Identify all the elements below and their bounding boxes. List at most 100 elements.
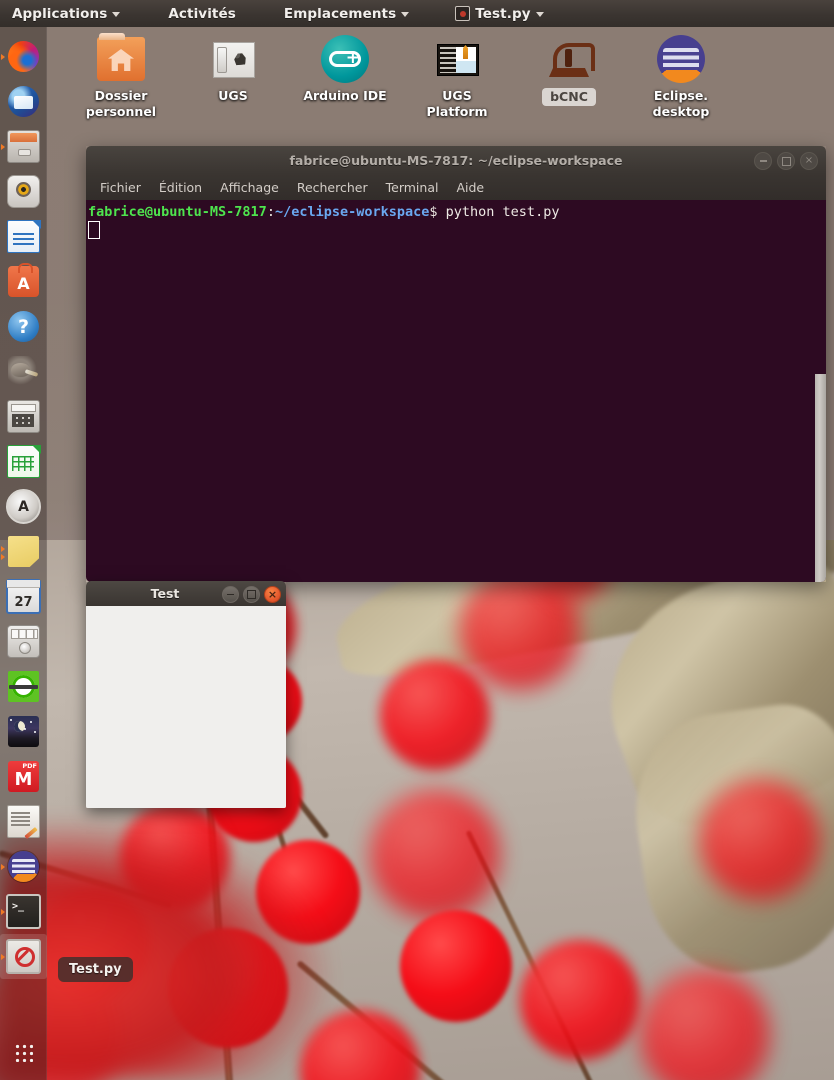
close-button[interactable]: ×	[264, 586, 281, 603]
sidebar-item-text-editor[interactable]	[0, 799, 47, 844]
sidebar-item-libreoffice-writer[interactable]	[0, 214, 47, 259]
menu-item-aide[interactable]: Aide	[448, 177, 492, 198]
menu-applications[interactable]: Applications	[2, 0, 130, 27]
night-photo-icon	[8, 716, 39, 747]
prompt-colon: :	[266, 204, 275, 220]
running-indicator	[1, 545, 5, 552]
desktop-icon-ugs-platform[interactable]: UGS Platform	[401, 35, 513, 120]
menu-item-fichier[interactable]: Fichier	[92, 177, 149, 198]
ugs-icon	[209, 35, 257, 83]
help-icon	[8, 311, 39, 342]
terminal-icon	[6, 894, 41, 929]
wallpaper-lower-left-glow	[0, 820, 330, 1080]
sidebar-item-calendar[interactable]	[0, 574, 47, 619]
rhythmbox-icon	[7, 175, 40, 208]
sidebar-item-help[interactable]	[0, 304, 47, 349]
desktop-icon-eclipse-desktop[interactable]: Eclipse. desktop	[625, 35, 737, 120]
pdf-reader-icon	[8, 761, 39, 792]
ugs-platform-icon	[433, 35, 481, 83]
chevron-down-icon	[112, 12, 121, 17]
menu-emplacements-label: Emplacements	[283, 5, 397, 22]
menu-emplacements[interactable]: Emplacements	[274, 0, 419, 27]
desktop-icon-arduino-ide[interactable]: Arduino IDE	[289, 35, 401, 104]
calendar-icon	[6, 579, 41, 614]
terminal-scrollbar[interactable]	[815, 374, 826, 582]
sidebar-item-night-photo[interactable]	[0, 709, 47, 754]
desktop-icon-dossier-personnel[interactable]: Dossier personnel	[65, 33, 177, 120]
desktop-icon-area: Dossier personnel UGS Arduino IDE UGS Pl…	[47, 27, 834, 147]
label-line-1: Dossier	[94, 88, 148, 103]
thunderbird-icon	[8, 86, 39, 117]
sidebar-item-gimp[interactable]	[0, 349, 47, 394]
libreoffice-writer-icon	[7, 219, 41, 253]
sidebar-item-device-manager[interactable]	[0, 619, 47, 664]
device-manager-icon	[7, 625, 40, 658]
menu-applications-label: Applications	[12, 5, 108, 22]
sidebar-item-files[interactable]	[0, 124, 47, 169]
sidebar-item-sticky-notes[interactable]	[0, 529, 47, 574]
eclipse-icon	[8, 851, 39, 882]
software-updater-icon	[6, 489, 41, 524]
terminal-window-controls: ×	[754, 152, 818, 170]
bcnc-icon	[545, 35, 595, 83]
files-icon	[7, 130, 40, 163]
taskbar-window-label[interactable]: Test.py	[58, 957, 133, 982]
desktop-icon-label: Eclipse. desktop	[653, 88, 710, 120]
test-window-titlebar[interactable]: Test ×	[86, 581, 286, 606]
terminal-titlebar[interactable]: fabrice@ubuntu-MS-7817: ~/eclipse-worksp…	[86, 146, 826, 174]
sidebar-item-thunderbird[interactable]	[0, 79, 47, 124]
sidebar-item-rhythmbox[interactable]	[0, 169, 47, 214]
sidebar-item-ubuntu-software[interactable]	[0, 259, 47, 304]
berry	[520, 940, 640, 1060]
python-app-icon	[455, 6, 471, 21]
label-line-2: Platform	[426, 104, 488, 119]
terminal-body[interactable]: fabrice@ubuntu-MS-7817:~/eclipse-workspa…	[86, 200, 826, 582]
ugs-icon	[8, 671, 39, 702]
active-window-label: Test.py	[475, 5, 531, 22]
test-window-title: Test	[150, 586, 180, 601]
maximize-button[interactable]	[243, 586, 260, 603]
app-grid-icon	[14, 1042, 33, 1062]
menu-activites-label: Activités	[168, 5, 236, 22]
terminal-output: fabrice@ubuntu-MS-7817:~/eclipse-workspa…	[86, 200, 826, 221]
sidebar-item-test-py[interactable]	[0, 934, 47, 979]
sidebar-item-libreoffice-calc[interactable]	[0, 439, 47, 484]
gimp-icon	[8, 356, 39, 387]
unity-launcher	[0, 27, 47, 1080]
menu-item-affichage[interactable]: Affichage	[212, 177, 287, 198]
desktop-icon-bcnc[interactable]: bCNC	[513, 35, 625, 106]
sidebar-item-firefox[interactable]	[0, 34, 47, 79]
minimize-button[interactable]	[222, 586, 239, 603]
test-window[interactable]: Test ×	[86, 581, 286, 808]
berry	[700, 780, 820, 900]
show-applications-button[interactable]	[0, 1032, 47, 1072]
running-indicator	[1, 143, 5, 150]
menu-item-edition[interactable]: Édition	[151, 177, 210, 198]
terminal-menubar: Fichier Édition Affichage Rechercher Ter…	[86, 174, 826, 200]
running-indicator	[1, 553, 5, 560]
home-folder-icon	[97, 33, 145, 83]
terminal-cursor	[88, 221, 100, 239]
menu-activites[interactable]: Activités	[158, 0, 246, 27]
desktop-icon-label: UGS	[218, 88, 248, 103]
sidebar-item-pdf-reader[interactable]	[0, 754, 47, 799]
sidebar-item-software-updater[interactable]	[0, 484, 47, 529]
sticky-notes-icon	[8, 536, 39, 567]
close-button[interactable]: ×	[800, 152, 818, 170]
menu-item-terminal[interactable]: Terminal	[378, 177, 447, 198]
terminal-title: fabrice@ubuntu-MS-7817: ~/eclipse-worksp…	[289, 152, 623, 168]
test-window-body[interactable]	[86, 606, 286, 808]
desktop-icon-ugs[interactable]: UGS	[177, 35, 289, 104]
prompt-dollar: $	[429, 204, 438, 220]
sidebar-item-calculator[interactable]	[0, 394, 47, 439]
sidebar-item-ugs[interactable]	[0, 664, 47, 709]
maximize-button[interactable]	[777, 152, 795, 170]
minimize-button[interactable]	[754, 152, 772, 170]
label-line-2: personnel	[85, 104, 157, 119]
menu-active-window-testpy[interactable]: Test.py	[445, 0, 553, 27]
menu-item-rechercher[interactable]: Rechercher	[289, 177, 376, 198]
sidebar-item-eclipse[interactable]	[0, 844, 47, 889]
calculator-icon	[7, 400, 40, 433]
sidebar-item-terminal[interactable]	[0, 889, 47, 934]
terminal-window[interactable]: fabrice@ubuntu-MS-7817: ~/eclipse-worksp…	[86, 146, 826, 582]
